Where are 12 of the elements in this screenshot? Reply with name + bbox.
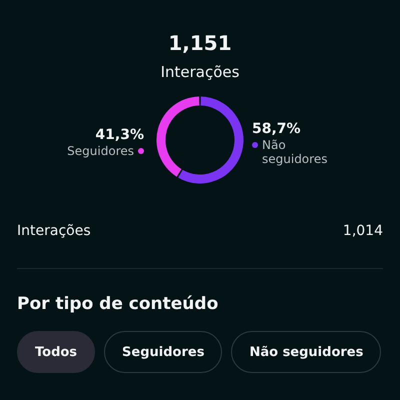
- total-label: Interações: [160, 62, 240, 82]
- filter-chip[interactable]: Todos: [17, 331, 96, 373]
- percent-value: 41,3%: [95, 126, 144, 144]
- total-count: 1,151: [167, 30, 233, 56]
- metric-label: Interações: [17, 222, 91, 240]
- filter-chip[interactable]: Não seguidores: [231, 331, 382, 373]
- percent-value: 58,7%: [252, 120, 301, 138]
- metric-value: 1,014: [342, 222, 383, 240]
- section-title: Por tipo de conteúdo: [17, 293, 220, 315]
- legend-label: Seguidores: [67, 144, 134, 158]
- filter-chip[interactable]: Seguidores: [104, 331, 222, 373]
- legend-label: Não seguidores: [262, 138, 328, 166]
